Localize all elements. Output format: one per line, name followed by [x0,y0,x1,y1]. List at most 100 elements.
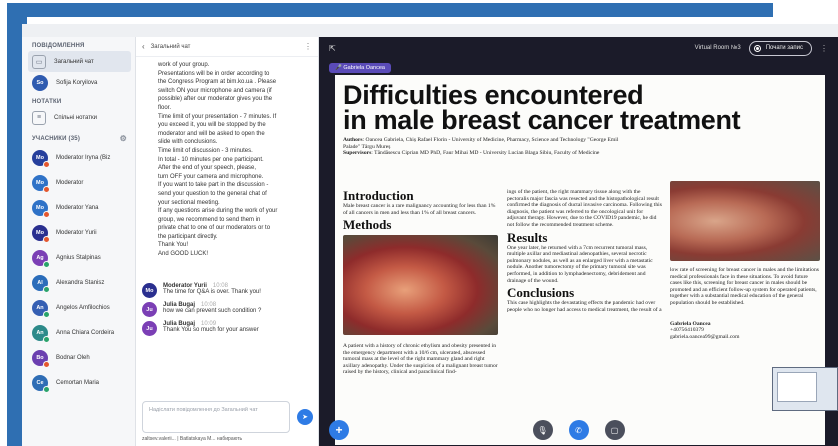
results-heading: Results [507,229,548,245]
status-dot [43,210,50,218]
app-window: ПОВІДОМЛЕННЯ ▭ Загальний чат So Sofija K… [22,24,838,446]
chat-line: your sectional meeting. [158,199,220,206]
chat-line: turn OFF your camera and microphone. [158,173,264,180]
chat-line: slide with conclusions. [158,139,218,146]
participants-list: Mo Moderator Iryna (Biz Mo Moderator Mo Moder… [22,145,135,417]
media-controls: 🎙 ✆ ▢ [319,414,838,446]
plus-icon: + [335,423,343,437]
participant-item[interactable]: An Anna Chiara Cordeira [22,320,135,345]
poster-title: Difficulties encountered in male breast … [343,80,741,135]
kebab-menu-icon[interactable]: ⋮ [820,44,828,53]
presentation-stage: ⇱ Virtual Room №3 Почати запис ⋮ 🎤 Gabri… [319,37,838,446]
avatar: An [32,324,50,343]
poster-authors: Authors: Oancea Gabriela, Chiș Rafael Fl… [343,137,619,157]
chat-message-body: work of your group. Presentations will be… [136,57,318,279]
chat-line: send your question to the general chat o… [158,190,267,197]
avatar: So [32,74,48,91]
message-text: Thank You so much for your answer [163,327,259,333]
sidebar-item-shared-notes[interactable]: ≡ Спільні нотатки [22,107,135,128]
participant-item[interactable]: Ce Cemortan Maria [22,370,135,395]
sidebar-item-label: Sofija Koryilova [56,79,98,86]
mute-button[interactable]: 🎙 [532,420,553,440]
chat-line: After the end of your speech, please, [158,165,257,172]
sidebar: ПОВІДОМЛЕННЯ ▭ Загальний чат So Sofija K… [22,37,136,446]
record-icon [753,44,761,52]
chat-line: switch ON your microphone and camera (if [158,87,272,94]
kebab-menu-icon[interactable]: ⋮ [304,42,312,51]
participant-name: Cemortan Maria [56,379,100,386]
participant-item[interactable]: Mo Moderator Iryna (Biz [22,145,135,170]
gear-icon[interactable]: ⚙ [120,134,127,143]
chat-input[interactable]: Надіслати повідомлення до Загальний чат [142,401,290,433]
chat-icon: ▭ [32,54,46,69]
stage-toolbar: ⇱ Virtual Room №3 Почати запис ⋮ [319,37,838,59]
sidebar-item-public-chat[interactable]: ▭ Загальний чат [28,51,131,72]
participant-item[interactable]: Mo Moderator Yana [22,195,135,220]
results-text: One year later, he returned with a 7cm r… [507,244,653,284]
participant-name: Anna Chiara Cordeira [56,329,115,336]
surgery-photo [343,235,498,335]
avatar: Mo [32,224,50,243]
findings-text: ings of the patient, the right mammary t… [507,189,662,228]
participant-item[interactable]: Al Alexandra Stanisz [22,270,135,295]
room-name: Virtual Room №3 [694,45,741,51]
participant-name: Moderator Yurii [56,229,97,236]
user-list-toggle-icon[interactable]: ⇱ [329,44,336,53]
chat-line: possible) after our moderator gives you … [158,96,273,103]
message-text: The time for Q&A is over. Thank you! [163,289,261,295]
participant-item[interactable]: Mo Moderator Yurii [22,220,135,245]
chat-header: ‹ Загальний чат ⋮ [136,37,318,57]
record-button[interactable]: Почати запис [748,40,812,56]
chat-line: And GOOD LUCK! [158,251,209,258]
typing-indicator: zaltsev.valerii... | Batlatskaya M... на… [142,436,243,442]
avatar: Ju [142,302,157,317]
chat-line: you exceed it, you will be stopped by th… [158,122,266,129]
methods-heading: Methods [343,217,392,233]
chat-message: Mo Moderator Yurii 10:08 The time for Q&A i… [136,279,318,298]
status-dot [43,235,50,243]
webcam-thumbnail[interactable] [772,367,838,411]
sidebar-item-label: Спільні нотатки [54,114,97,121]
messages-section-title: ПОВІДОМЛЕННЯ [32,43,85,49]
conclusions-text: This case highlights the devastating eff… [507,300,662,313]
methods-text: A patient with a history of chronic ethy… [343,343,498,376]
right-text: low rate of screening for breast cancer … [670,267,819,306]
avatar: Mo [142,283,157,298]
avatar: Mo [32,149,50,168]
avatar: Ce [32,374,50,393]
participant-name: Moderator Yana [56,204,99,211]
chat-line: If any questions arise during the work o… [158,208,278,215]
intro-heading: Introduction [343,188,414,203]
status-dot [43,335,50,343]
chat-line: the participant directly. [158,233,218,240]
chat-line: floor. [158,104,172,111]
participant-name: Angelos Amfilochios [56,304,110,311]
participant-name: Agnius Stalpinas [56,254,101,261]
chat-line: If you want to take part in the discussi… [158,182,269,189]
audio-button[interactable]: ✆ [568,420,589,440]
participant-item[interactable]: An Angelos Amfilochios [22,295,135,320]
chat-message: Ju Julia Bugaj 10:09 Thank You so much for … [136,317,318,336]
presentation-slide: Difficulties encountered in male breast … [335,75,825,445]
send-icon: ➤ [302,414,308,421]
avatar: An [32,299,50,318]
participant-item[interactable]: Bo Bodnar Oleh [22,345,135,370]
conclusions-heading: Conclusions [507,285,575,301]
sidebar-item-private-chat[interactable]: So Sofija Koryilova [22,72,135,93]
participant-item[interactable]: Mo Moderator [22,170,135,195]
chat-panel: ‹ Загальний чат ⋮ work of your group. Pre… [136,37,319,446]
status-dot [43,160,50,168]
chat-line: Presentations will be in order according… [158,70,270,77]
actions-plus-button[interactable]: + [329,420,349,440]
poster-col-left: Introduction Male breast cancer is a rar… [343,189,498,232]
status-dot [43,185,50,193]
microphone-off-icon: 🎙 [537,425,548,435]
send-button[interactable]: ➤ [297,409,313,425]
camera-button[interactable]: ▢ [604,420,625,440]
participant-name: Moderator Iryna (Biz [56,154,111,161]
participant-item[interactable]: Ag Agnius Stalpinas [22,245,135,270]
message-text: how we can prevent such condition ? [163,308,262,314]
chat-line: Time limit of your presentation - 7 minu… [158,113,277,120]
chevron-left-icon[interactable]: ‹ [142,42,145,51]
sidebar-item-label: Загальний чат [54,58,94,65]
